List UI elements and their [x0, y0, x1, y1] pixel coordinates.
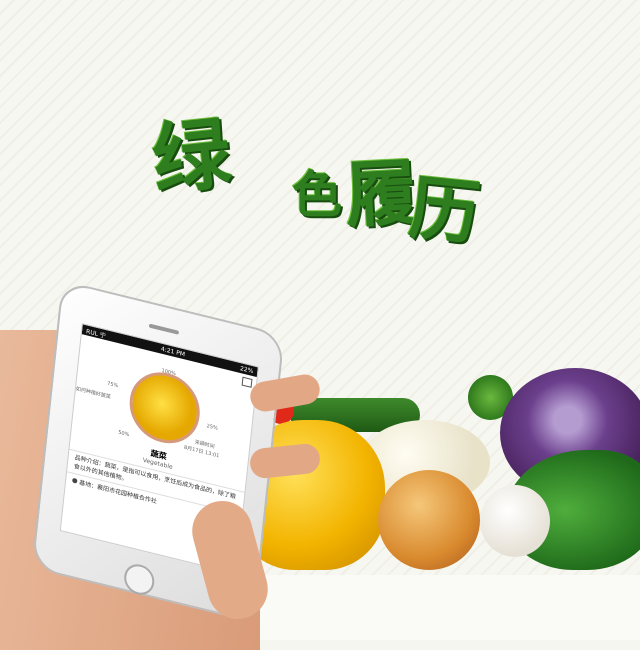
label-left: 75%: [106, 380, 119, 390]
location-pin-icon: [72, 477, 78, 484]
smartphone: RUL 宁 4:21 PM 22% 100% 75% 25% 50% 如何种植好…: [31, 280, 302, 623]
label-bottom: 50%: [117, 429, 130, 439]
title-char-5: 历: [405, 165, 484, 256]
title-char-3: 色: [292, 165, 342, 224]
green-record-title: 绿 绿 色 履 历: [140, 95, 500, 255]
speaker-grille: [148, 323, 180, 335]
label-right: 25%: [206, 423, 219, 432]
share-icon[interactable]: [241, 376, 253, 388]
title-char-1: 绿: [148, 108, 236, 207]
garlic-image: [480, 485, 550, 557]
note-left: 如何种植好蔬菜: [75, 386, 112, 401]
onion-image: [378, 470, 480, 570]
product-photo[interactable]: [126, 364, 204, 451]
